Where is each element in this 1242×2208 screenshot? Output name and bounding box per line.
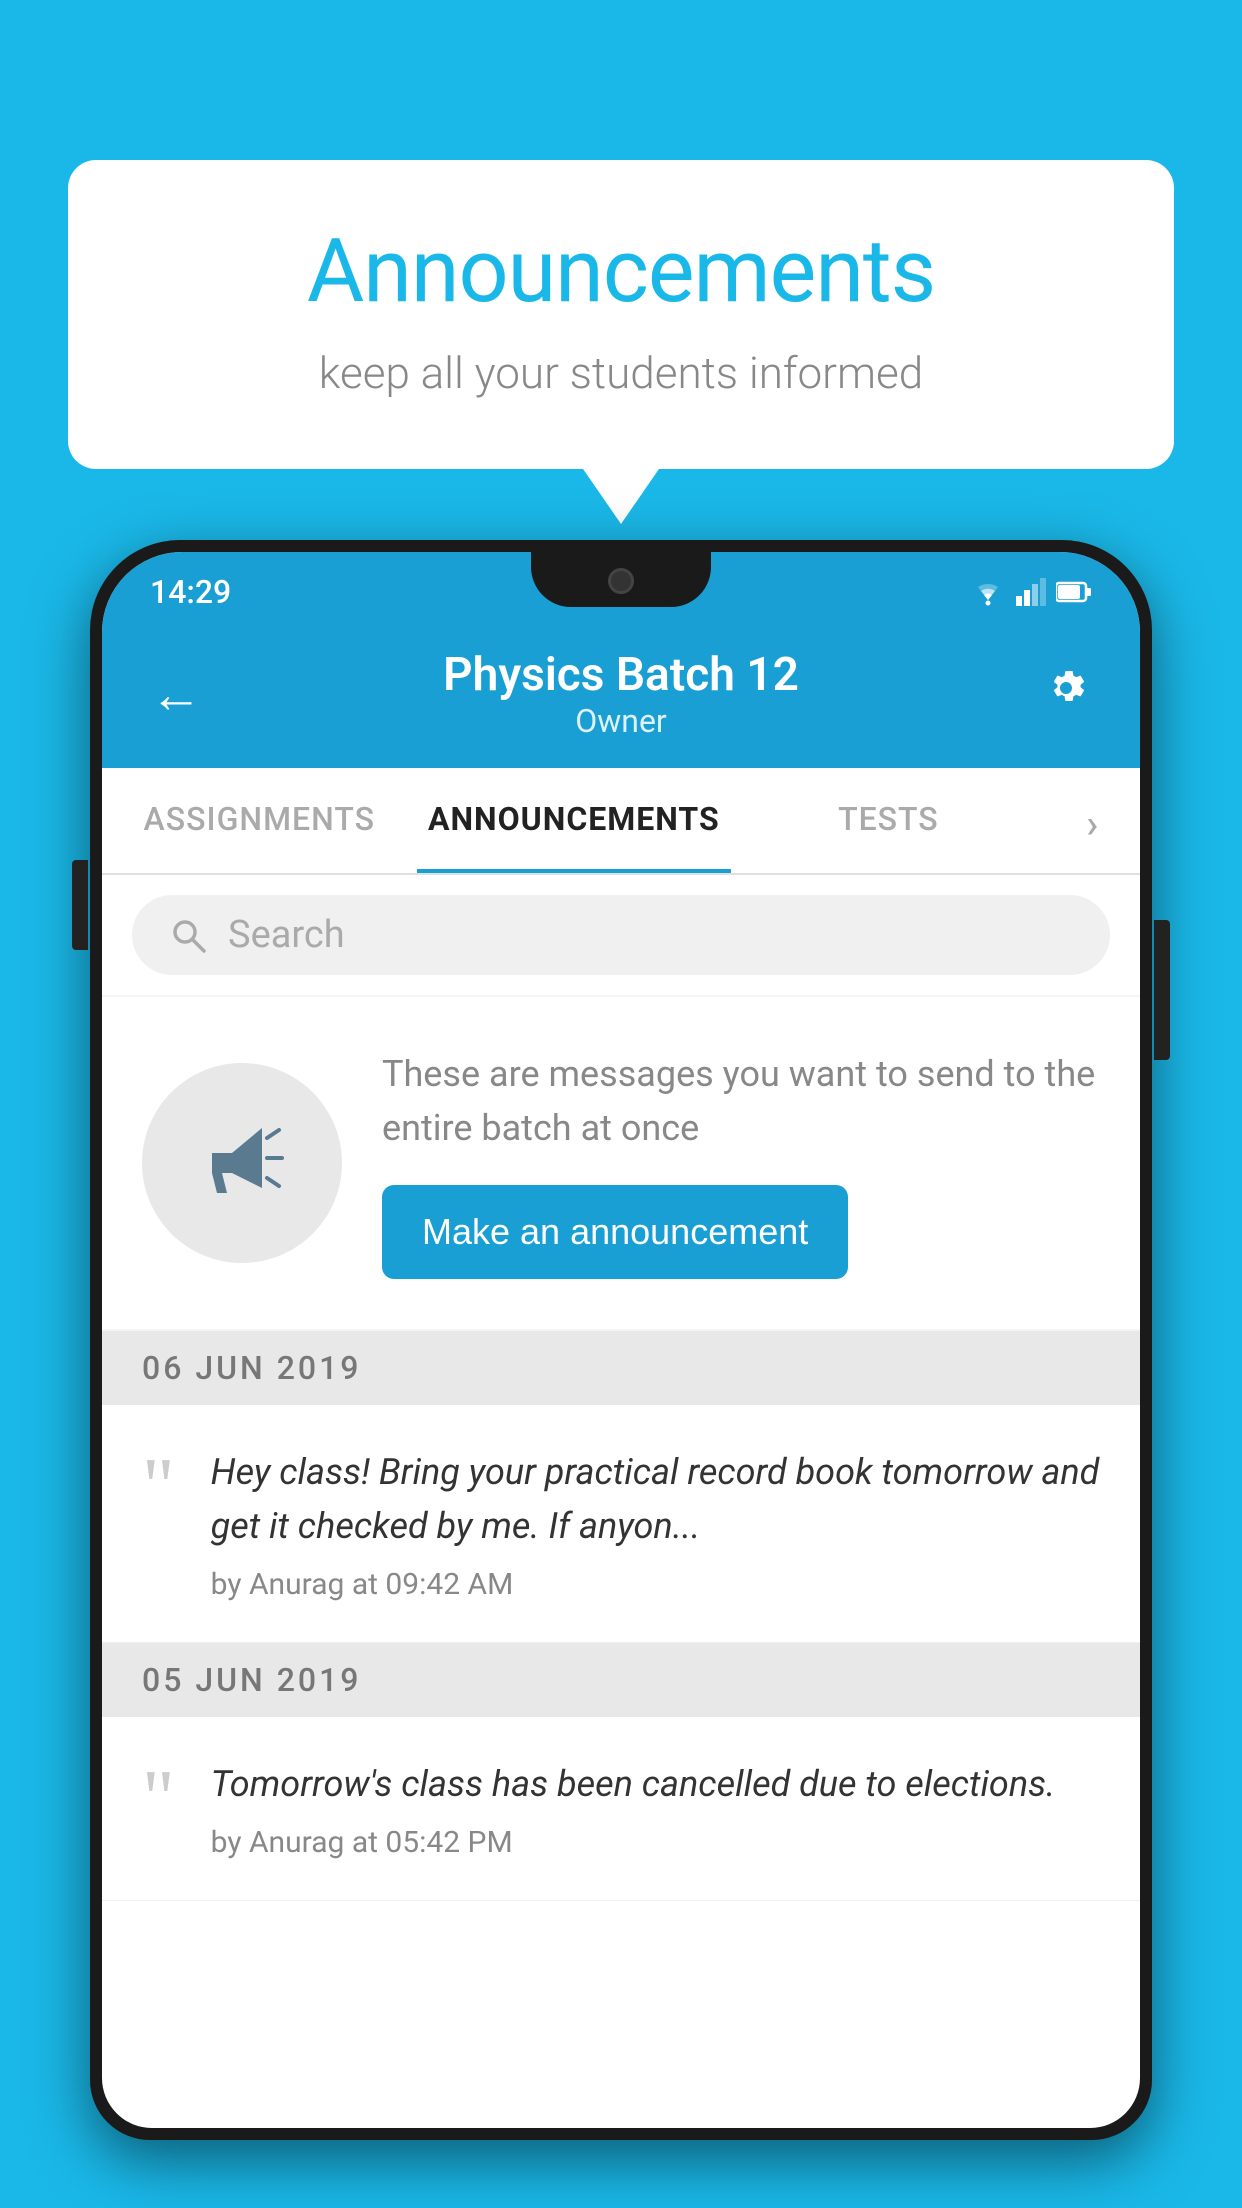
phone-camera [608,568,634,594]
bubble-title: Announcements [148,220,1094,323]
phone-screen: 14:29 [102,552,1140,2128]
back-button[interactable]: ← [142,656,210,733]
announcement-item-1[interactable]: " Hey class! Bring your practical record… [102,1405,1140,1643]
make-announcement-button[interactable]: Make an announcement [382,1185,848,1279]
megaphone-icon [187,1108,297,1218]
tab-assignments[interactable]: ASSIGNMENTS [102,768,417,873]
phone-notch [531,552,711,607]
tab-more[interactable]: › [1046,768,1140,873]
announcement-content-2: Tomorrow's class has been cancelled due … [211,1757,1056,1860]
phone-device: 14:29 [90,540,1152,2208]
search-container: Search [102,875,1140,995]
tabs-bar: ASSIGNMENTS ANNOUNCEMENTS TESTS › [102,768,1140,875]
content-area: Search These ar [102,875,1140,1901]
promo-description: These are messages you want to send to t… [382,1047,1100,1155]
date-divider-2: 05 JUN 2019 [102,1643,1140,1717]
wifi-icon [970,578,1006,606]
announcement-author-1: by Anurag at 09:42 AM [211,1567,1100,1602]
status-icons [970,578,1092,606]
tab-announcements[interactable]: ANNOUNCEMENTS [417,768,732,873]
promo-icon-circle [142,1063,342,1263]
header-center: Physics Batch 12 Owner [210,648,1032,740]
announcement-text-2: Tomorrow's class has been cancelled due … [211,1757,1056,1811]
search-placeholder: Search [228,913,345,957]
announcement-promo: These are messages you want to send to t… [102,997,1140,1329]
tab-tests[interactable]: TESTS [731,768,1046,873]
header-subtitle: Owner [210,702,1032,740]
settings-button[interactable] [1032,654,1100,734]
announcement-item-2[interactable]: " Tomorrow's class has been cancelled du… [102,1717,1140,1901]
app-header: ← Physics Batch 12 Owner [102,624,1140,768]
search-icon [168,915,208,955]
phone-outer-shell: 14:29 [90,540,1152,2140]
search-input-wrapper[interactable]: Search [132,895,1110,975]
quote-icon-2: " [142,1767,175,1831]
announcement-text-1: Hey class! Bring your practical record b… [211,1445,1100,1553]
gear-icon [1040,662,1092,714]
speech-bubble-card: Announcements keep all your students inf… [68,160,1174,469]
bubble-subtitle: keep all your students informed [148,347,1094,399]
date-divider-1: 06 JUN 2019 [102,1331,1140,1405]
promo-content: These are messages you want to send to t… [382,1047,1100,1279]
quote-icon-1: " [142,1455,175,1519]
speech-bubble-section: Announcements keep all your students inf… [68,160,1174,469]
announcement-content-1: Hey class! Bring your practical record b… [211,1445,1100,1602]
signal-icon [1016,578,1046,606]
announcement-author-2: by Anurag at 05:42 PM [211,1825,1056,1860]
status-time: 14:29 [150,573,231,611]
header-title: Physics Batch 12 [210,648,1032,702]
battery-icon [1056,581,1092,603]
